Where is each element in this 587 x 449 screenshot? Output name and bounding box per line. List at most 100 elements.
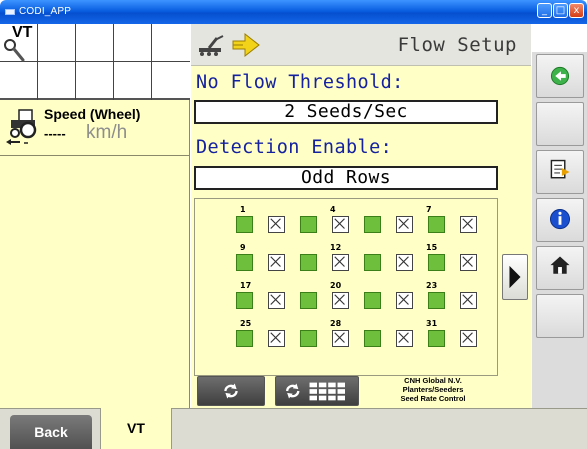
row-disabled-toggle[interactable]	[460, 216, 477, 233]
speed-unit: km/h	[86, 122, 128, 143]
row-disabled-toggle[interactable]	[460, 330, 477, 347]
mask-title: Flow Setup	[397, 34, 517, 56]
row-group-3: 17 20 23	[236, 281, 486, 309]
detection-enable-field[interactable]: Odd Rows	[194, 166, 498, 190]
next-page-button[interactable]	[502, 254, 528, 300]
row-enabled-toggle[interactable]	[428, 254, 445, 271]
row-disabled-toggle[interactable]	[332, 292, 349, 309]
close-button[interactable]: x	[569, 3, 584, 18]
grid-cell[interactable]	[152, 62, 190, 100]
grid-cell[interactable]	[114, 62, 152, 100]
row-number: 15	[426, 243, 438, 252]
row-group-2: 9 12 15	[236, 243, 486, 271]
grid-cell[interactable]	[114, 24, 152, 62]
softkey-6[interactable]	[536, 294, 584, 338]
app-window-icon	[5, 9, 15, 15]
company-line-1: CNH Global N.V.	[404, 376, 462, 385]
row-enabled-toggle[interactable]	[236, 216, 253, 233]
planter-icon	[199, 35, 224, 56]
row-enabled-toggle[interactable]	[300, 216, 317, 233]
grid-cell[interactable]	[152, 24, 190, 62]
row-number: 23	[426, 281, 438, 290]
row-number: 7	[426, 205, 432, 214]
company-info: CNH Global N.V. Planters/Seeders Seed Ra…	[367, 373, 499, 407]
row-disabled-toggle[interactable]	[268, 330, 285, 347]
maximize-button[interactable]: □	[553, 3, 568, 18]
row-number: 4	[330, 205, 336, 214]
refresh-icon	[224, 383, 238, 399]
speed-value: -----	[44, 126, 66, 141]
minimize-button[interactable]: _	[537, 3, 552, 18]
row-enabled-toggle[interactable]	[364, 292, 381, 309]
magnifier-icon	[4, 39, 25, 62]
row-disabled-toggle[interactable]	[268, 216, 285, 233]
row-disabled-toggle[interactable]	[268, 292, 285, 309]
row-number: 25	[240, 319, 252, 328]
row-disabled-toggle[interactable]	[268, 254, 285, 271]
row-disabled-toggle[interactable]	[396, 216, 413, 233]
row-enabled-toggle[interactable]	[300, 254, 317, 271]
speed-title: Speed (Wheel)	[44, 106, 141, 122]
softkey-1[interactable]	[536, 54, 584, 98]
row-disabled-toggle[interactable]	[460, 254, 477, 271]
row-disabled-toggle[interactable]	[332, 216, 349, 233]
row-enabled-toggle[interactable]	[236, 330, 253, 347]
softkey-2[interactable]	[536, 102, 584, 146]
vt-tab[interactable]: VT	[100, 408, 172, 449]
mask-header: Flow Setup	[191, 24, 531, 66]
row-disabled-toggle[interactable]	[396, 254, 413, 271]
row-enabled-toggle[interactable]	[236, 254, 253, 271]
row-disabled-toggle[interactable]	[332, 254, 349, 271]
application-frame: VT Speed (Wheel) ----- km/h Flow Setup N…	[0, 24, 587, 449]
grid-cell[interactable]	[0, 62, 38, 100]
grid-cell[interactable]	[76, 24, 114, 62]
row-enabled-toggle[interactable]	[364, 330, 381, 347]
softkey-column	[532, 52, 587, 408]
window-title: CODI_APP	[19, 6, 72, 17]
tractor-icon	[6, 109, 37, 145]
window-title-bar: CODI_APP _ □ x	[0, 0, 587, 24]
row-number: 12	[330, 243, 342, 252]
bottom-tab-strip: Back VT	[0, 408, 587, 449]
row-enabled-toggle[interactable]	[428, 216, 445, 233]
row-enabled-toggle[interactable]	[236, 292, 253, 309]
row-disabled-toggle[interactable]	[332, 330, 349, 347]
reset-all-rows-button[interactable]	[275, 376, 359, 406]
grid-cell[interactable]	[76, 62, 114, 100]
grid-cell[interactable]	[38, 24, 76, 62]
row-number: 20	[330, 281, 342, 290]
row-number: 17	[240, 281, 252, 290]
row-enabled-toggle[interactable]	[428, 330, 445, 347]
vt-layout-grid[interactable]: VT	[0, 24, 190, 100]
triangle-right-icon	[509, 265, 521, 289]
row-enabled-toggle[interactable]	[300, 292, 317, 309]
row-enabled-toggle[interactable]	[364, 254, 381, 271]
company-line-2: Planters/Seeders	[402, 385, 464, 394]
row-disabled-toggle[interactable]	[460, 292, 477, 309]
company-line-3: Seed Rate Control	[400, 394, 466, 403]
row-enabled-toggle[interactable]	[300, 330, 317, 347]
enter-arrow-icon	[232, 32, 260, 58]
no-flow-threshold-field[interactable]: 2 Seeds/Sec	[194, 100, 498, 124]
row-selection-grid: 1 4 7 9 12 15 17 20 23 25 28 31	[194, 198, 498, 376]
row-number: 9	[240, 243, 246, 252]
flow-setup-mask: Flow Setup No Flow Threshold: 2 Seeds/Se…	[191, 24, 531, 408]
row-number: 31	[426, 319, 438, 328]
row-group-4: 25 28 31	[236, 319, 486, 347]
softkey-5[interactable]	[536, 246, 584, 290]
back-tab[interactable]: Back	[10, 415, 92, 449]
softkey-3[interactable]	[536, 150, 584, 194]
row-enabled-toggle[interactable]	[364, 216, 381, 233]
softkey-4[interactable]	[536, 198, 584, 242]
detection-enable-label: Detection Enable:	[196, 137, 393, 158]
row-disabled-toggle[interactable]	[396, 292, 413, 309]
reset-button[interactable]	[197, 376, 265, 406]
grid-cell[interactable]	[38, 62, 76, 100]
speed-readout: Speed (Wheel) ----- km/h	[0, 102, 190, 156]
row-enabled-toggle[interactable]	[428, 292, 445, 309]
row-disabled-toggle[interactable]	[396, 330, 413, 347]
info-icon	[549, 209, 571, 230]
home-icon	[550, 256, 570, 274]
green-circle-icon	[550, 66, 570, 86]
refresh-grid-icon	[285, 382, 345, 401]
